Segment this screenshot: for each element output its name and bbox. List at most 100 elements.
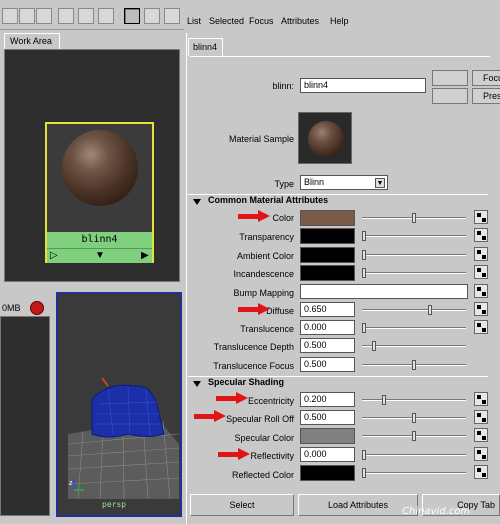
focus-output-icon[interactable]: [432, 88, 468, 104]
red-arrow-icon: [194, 410, 226, 422]
map-button-color[interactable]: [474, 210, 488, 224]
reflected-color-swatch[interactable]: [300, 465, 355, 481]
reflectivity-slider[interactable]: [362, 450, 466, 460]
network-icon[interactable]: [19, 8, 35, 24]
menu-attributes[interactable]: Attributes: [281, 16, 319, 26]
slider-thumb[interactable]: [362, 250, 366, 260]
slider-thumb[interactable]: [428, 305, 432, 315]
eccentricity-field[interactable]: 0.200: [300, 392, 355, 407]
translucence-depth-slider[interactable]: [362, 341, 466, 351]
watermark: Chinavid.com: [402, 506, 471, 517]
record-icon[interactable]: [30, 301, 44, 315]
output-connections-icon[interactable]: [98, 8, 114, 24]
slider-thumb[interactable]: [362, 450, 366, 460]
translucence-focus-slider[interactable]: [362, 360, 466, 370]
node-name-field[interactable]: blinn4: [300, 78, 426, 93]
map-button-reflectivity[interactable]: [474, 447, 488, 461]
incandescence-slider[interactable]: [362, 268, 466, 278]
translucence-focus-field[interactable]: 0.500: [300, 357, 355, 372]
section-specular-shading[interactable]: Specular Shading: [188, 376, 488, 390]
label-reflected-color: Reflected Color: [231, 470, 294, 480]
map-button-transparency[interactable]: [474, 228, 488, 242]
specular-roll-off-slider[interactable]: [362, 413, 466, 423]
label-specular-color: Specular Color: [234, 433, 294, 443]
diffuse-slider[interactable]: [362, 305, 466, 315]
layout-single-icon[interactable]: [164, 8, 180, 24]
tab-work-area[interactable]: Work Area: [4, 33, 60, 49]
graph-icon[interactable]: [2, 8, 18, 24]
map-button-eccentricity[interactable]: [474, 392, 488, 406]
slider-thumb[interactable]: [362, 323, 366, 333]
perspective-viewport[interactable]: z persp: [56, 292, 182, 517]
select-button[interactable]: Select: [190, 494, 294, 516]
reflected-color-slider[interactable]: [362, 468, 466, 478]
menu-list[interactable]: List: [187, 16, 201, 26]
menu-help[interactable]: Help: [330, 16, 349, 26]
slider-thumb[interactable]: [362, 231, 366, 241]
load-attributes-button[interactable]: Load Attributes: [298, 494, 418, 516]
play-left-icon[interactable]: ▷: [50, 250, 58, 261]
focus-input-icon[interactable]: [432, 70, 468, 86]
transparency-slider[interactable]: [362, 231, 466, 241]
eccentricity-slider[interactable]: [362, 395, 466, 405]
label-translucence-depth: Translucence Depth: [213, 342, 294, 352]
color-swatch[interactable]: [300, 210, 355, 226]
map-button-bump[interactable]: [474, 284, 488, 298]
menu-bar: List Selected Focus Attributes Help: [184, 14, 500, 30]
swatch-name-label: blinn4: [47, 232, 152, 248]
menu-focus[interactable]: Focus: [249, 16, 274, 26]
slider-thumb[interactable]: [412, 360, 416, 370]
material-swatch[interactable]: blinn4 ▷ ▼ ▶: [45, 122, 154, 263]
transparency-swatch[interactable]: [300, 228, 355, 244]
slider-thumb[interactable]: [412, 431, 416, 441]
translucence-slider[interactable]: [362, 323, 466, 333]
map-button-translucence[interactable]: [474, 320, 488, 334]
outliner-list[interactable]: [0, 316, 50, 516]
tab-blinn4[interactable]: blinn4: [188, 38, 223, 56]
slider-thumb[interactable]: [412, 413, 416, 423]
translucence-depth-field[interactable]: 0.500: [300, 338, 355, 353]
specular-color-slider[interactable]: [362, 431, 466, 441]
io-connections-icon[interactable]: [78, 8, 94, 24]
hierarchy-icon[interactable]: [36, 8, 52, 24]
reflectivity-field[interactable]: 0.000: [300, 447, 355, 462]
slider-thumb[interactable]: [382, 395, 386, 405]
translucence-field[interactable]: 0.000: [300, 320, 355, 335]
incandescence-swatch[interactable]: [300, 265, 355, 281]
specular-color-swatch[interactable]: [300, 428, 355, 444]
input-connections-icon[interactable]: [58, 8, 74, 24]
label-incandescence: Incandescence: [233, 269, 294, 279]
map-button-ambient[interactable]: [474, 247, 488, 261]
color-slider[interactable]: [362, 213, 466, 223]
slider-thumb[interactable]: [362, 468, 366, 478]
ambient-swatch[interactable]: [300, 247, 355, 263]
map-button-diffuse[interactable]: [474, 302, 488, 316]
diffuse-field[interactable]: 0.650: [300, 302, 355, 317]
specular-roll-off-field[interactable]: 0.500: [300, 410, 355, 425]
play-right-icon[interactable]: ▶: [141, 250, 149, 261]
label-ambient-color: Ambient Color: [236, 251, 294, 261]
ambient-slider[interactable]: [362, 250, 466, 260]
presets-button[interactable]: Pres: [472, 88, 500, 104]
map-button-roll-off[interactable]: [474, 410, 488, 424]
type-dropdown[interactable]: Blinn ▼: [300, 175, 388, 190]
slider-thumb[interactable]: [412, 213, 416, 223]
sample-sphere: [308, 121, 344, 157]
work-area-panel[interactable]: blinn4 ▷ ▼ ▶: [4, 49, 180, 282]
map-button-incandescence[interactable]: [474, 265, 488, 279]
map-button-reflected-color[interactable]: [474, 465, 488, 479]
left-toolbar: [0, 0, 184, 30]
map-button-specular-color[interactable]: [474, 428, 488, 442]
menu-selected[interactable]: Selected: [209, 16, 244, 26]
triangle-down-icon[interactable]: ▼: [95, 250, 105, 261]
layout-bottom-icon[interactable]: [144, 8, 160, 24]
focus-button[interactable]: Focu: [472, 70, 500, 86]
slider-thumb[interactable]: [372, 341, 376, 351]
section-common-material[interactable]: Common Material Attributes: [188, 194, 488, 208]
chevron-down-icon[interactable]: ▼: [375, 178, 385, 188]
slider-thumb[interactable]: [362, 268, 366, 278]
label-transparency: Transparency: [239, 232, 294, 242]
layout-top-icon[interactable]: [124, 8, 140, 24]
bump-mapping-field[interactable]: [300, 284, 468, 299]
red-arrow-icon: [238, 210, 270, 222]
